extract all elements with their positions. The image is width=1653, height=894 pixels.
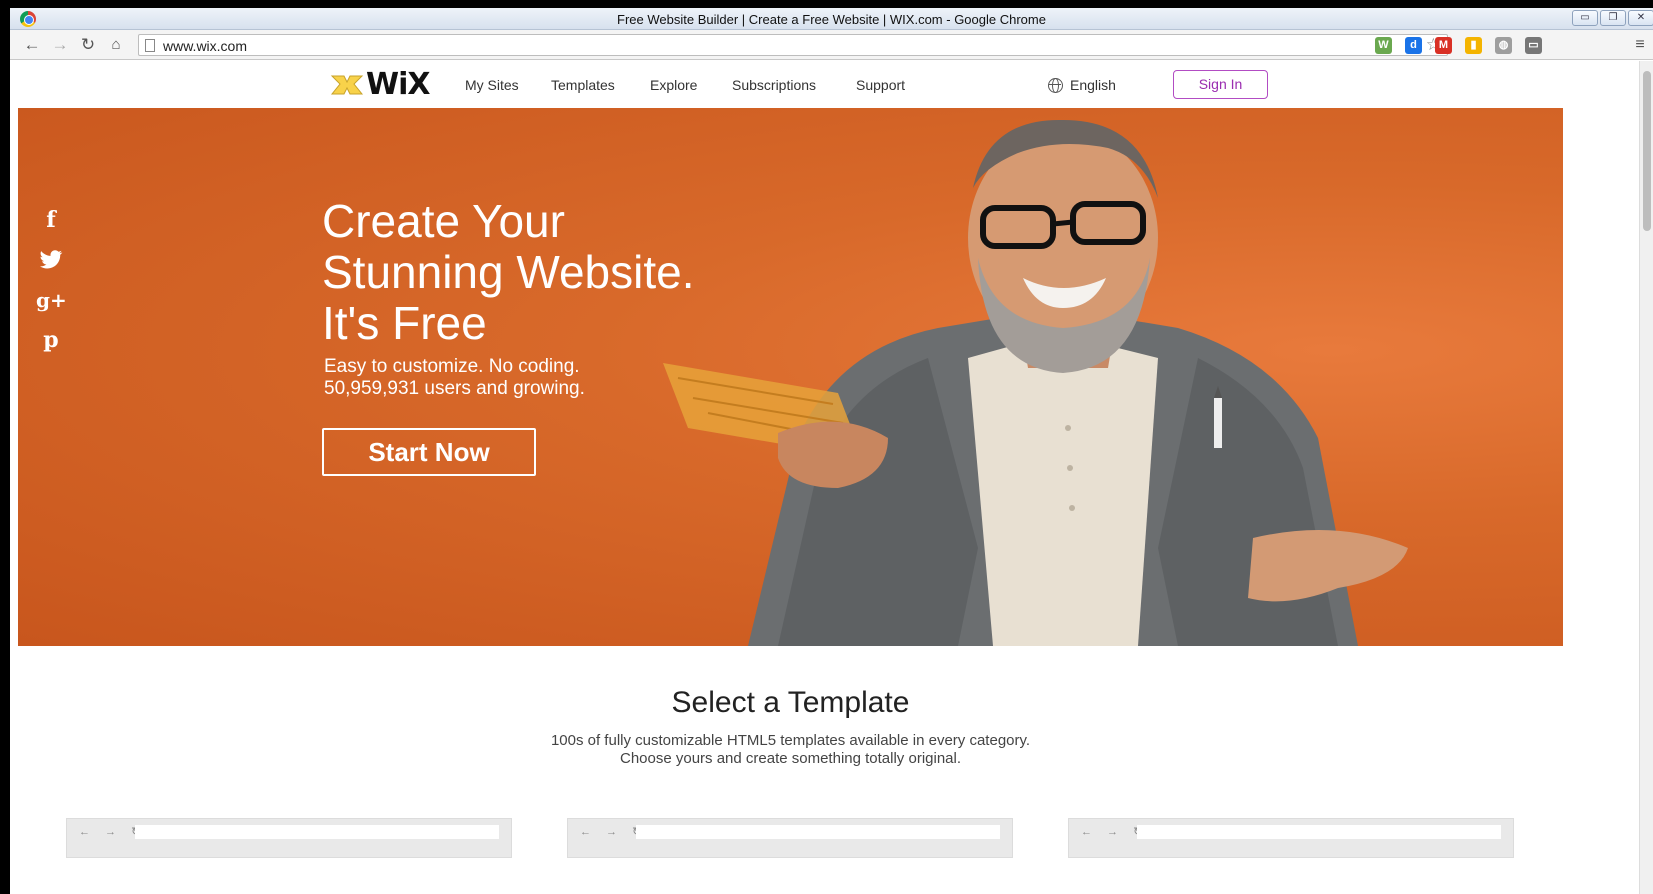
nav-my-sites[interactable]: My Sites: [465, 77, 519, 93]
templates-title: Select a Template: [671, 686, 910, 719]
template-card-address-bar: [636, 825, 1000, 839]
scrollbar-thumb[interactable]: [1643, 71, 1651, 231]
w-extension-icon[interactable]: W: [1375, 37, 1392, 54]
close-button[interactable]: ✕: [1628, 10, 1653, 26]
twitter-icon[interactable]: [36, 240, 66, 280]
nav-subscriptions[interactable]: Subscriptions: [732, 77, 816, 93]
template-card-address-bar: [1137, 825, 1501, 839]
wix-star-icon: [330, 75, 364, 95]
templates-subtitle: 100s of fully customizable HTML5 templat…: [18, 732, 1563, 768]
home-icon[interactable]: ⌂: [106, 35, 126, 55]
start-now-button[interactable]: Start Now: [322, 428, 536, 476]
window-title: Free Website Builder | Create a Free Web…: [617, 12, 1046, 27]
hero-subtitle: Easy to customize. No coding. 50,959,931…: [324, 356, 585, 400]
page-icon: [145, 39, 155, 52]
templates-subtitle-line: Choose yours and create something totall…: [619, 750, 962, 767]
nav-support[interactable]: Support: [856, 77, 905, 93]
restore-button[interactable]: ❐: [1600, 10, 1626, 26]
page-scrollbar[interactable]: [1639, 61, 1653, 894]
d-extension-icon[interactable]: d: [1405, 37, 1422, 54]
templates-subtitle-line: 100s of fully customizable HTML5 templat…: [550, 732, 1031, 749]
nav-templates[interactable]: Templates: [551, 77, 615, 93]
gmail-icon[interactable]: M: [1435, 37, 1452, 54]
url-text: www.wix.com: [163, 38, 248, 54]
wix-logo[interactable]: WiX: [330, 66, 431, 102]
back-icon[interactable]: ←: [22, 35, 42, 55]
browser-window: Free Website Builder | Create a Free Web…: [10, 8, 1653, 894]
template-card-address-bar: [135, 825, 499, 839]
hero-banner: f g+ p Create Your Stunning Website. It'…: [18, 108, 1563, 646]
forward-icon[interactable]: →: [50, 35, 70, 55]
minimize-button[interactable]: ▭: [1572, 10, 1598, 26]
template-card[interactable]: ← → ↻: [66, 818, 512, 858]
hero-subtitle-line: 50,959,931 users and growing.: [324, 378, 585, 399]
globe-icon: [1048, 77, 1063, 93]
template-card[interactable]: ← → ↻: [1068, 818, 1514, 858]
hero-man-photo: [663, 119, 1408, 646]
clip-extension-icon[interactable]: ▮: [1465, 37, 1482, 54]
browser-toolbar: ← → ↻ ⌂ www.wix.com ☆ Wd M ▮ ◍ ▭ ≡: [10, 30, 1653, 60]
menu-icon[interactable]: ≡: [1630, 35, 1650, 55]
social-bar: f g+ p: [36, 200, 67, 360]
pinterest-icon[interactable]: p: [36, 320, 66, 360]
template-card[interactable]: ← → ↻: [567, 818, 1013, 858]
reload-icon[interactable]: ↻: [78, 35, 98, 55]
site-header: WiX My Sites Templates Explore Subscript…: [18, 61, 1563, 109]
facebook-icon[interactable]: f: [36, 200, 66, 240]
nav-explore[interactable]: Explore: [650, 77, 697, 93]
cast-icon[interactable]: ▭: [1525, 37, 1542, 54]
google-plus-icon[interactable]: g+: [36, 280, 67, 320]
wix-logo-text: WiX: [366, 66, 431, 102]
chat-extension-icon[interactable]: ◍: [1495, 37, 1512, 54]
address-bar[interactable]: www.wix.com ☆: [138, 34, 1448, 56]
title-bar: Free Website Builder | Create a Free Web…: [10, 8, 1653, 30]
language-label: English: [1070, 77, 1116, 93]
language-selector[interactable]: English: [1048, 77, 1116, 93]
hero-subtitle-line: Easy to customize. No coding.: [324, 356, 580, 377]
sign-in-button[interactable]: Sign In: [1173, 70, 1268, 99]
